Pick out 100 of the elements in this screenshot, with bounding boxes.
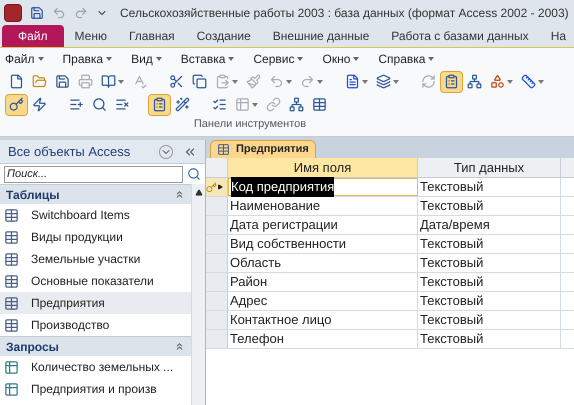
wand-icon [175,97,190,112]
checklist-icon [212,97,227,112]
menu-item[interactable]: Сервис [253,50,304,68]
current-row-icon [217,184,223,190]
ruler-icon [521,74,536,89]
diagram-icon [467,74,482,89]
column-header[interactable]: Тип данных [418,158,561,177]
table-cell[interactable]: Код предприятия [228,178,418,196]
caret-icon [428,57,434,61]
table-icon [4,230,19,244]
caret-icon [118,80,124,84]
nav-item[interactable]: Виды продукции [0,226,191,248]
field-name: Код предприятия [231,177,334,197]
caret-icon [106,57,112,61]
menu-item[interactable]: Окно [322,50,360,68]
table-cell[interactable]: Вид собственности [228,235,418,253]
folder-icon [32,74,47,89]
caret-icon [228,57,234,61]
collapse-group-icon[interactable] [174,189,185,200]
nav-item[interactable]: Switchboard Items [0,204,191,226]
nav-item[interactable]: Предприятия и произв [0,378,191,400]
menu-item[interactable]: Правка [62,50,112,68]
link-icon [266,97,281,112]
query-icon [4,360,19,374]
table-cell[interactable]: Дата/время [418,216,561,234]
caret-icon [317,80,323,84]
table-cell[interactable]: Текстовый [418,273,561,291]
nav-item[interactable]: Предприятия [0,292,191,314]
toolbar-button[interactable] [148,94,171,116]
table-icon [235,97,250,112]
ribbon-tab[interactable]: Главная [118,25,186,47]
table-cell[interactable]: Телефон [228,330,418,348]
caret-icon [232,80,238,84]
key-icon [9,97,24,112]
caret-icon [252,102,258,106]
field-name: Дата регистрации [230,216,338,234]
book-icon [101,74,116,89]
group-header[interactable]: Запросы [0,336,191,356]
document-tab[interactable]: Предприятия [210,140,316,158]
ribbon-tab[interactable]: Внешние данные [262,25,380,47]
search-icon[interactable] [187,167,201,181]
file-tab[interactable]: Файл [2,25,64,47]
toolbar-button[interactable] [5,94,28,116]
search-icon [92,97,107,112]
table-cell[interactable]: Дата регистрации [228,216,418,234]
table-cell[interactable]: Область [228,254,418,272]
table-cell[interactable]: Текстовый [418,235,561,253]
field-name: Район [230,273,268,292]
caret-icon [362,80,368,84]
row-selector[interactable] [206,178,228,196]
table-cell[interactable]: Адрес [228,292,418,310]
scroll-up-icon[interactable] [194,189,202,197]
save-icon [55,74,70,89]
table-cell[interactable]: Текстовый [418,178,561,196]
nav-item[interactable]: Количество земельных ... [0,356,191,378]
query-icon [4,382,19,396]
column-header[interactable]: Имя поля [228,158,418,177]
field-name: Вид собственности [230,235,346,254]
document-icon [345,74,360,89]
diagram-icon [289,97,304,112]
table-cell[interactable]: Текстовый [418,330,561,348]
save-icon[interactable] [30,6,44,20]
menu-item[interactable]: Справка [378,50,434,68]
dropdown-icon[interactable] [159,144,173,158]
table-cell[interactable]: Текстовый [418,311,561,329]
ribbon-tab[interactable]: На [540,25,574,47]
spell-check-icon [132,74,147,89]
table-cell[interactable]: Текстовый [418,254,561,272]
toolbar-button[interactable] [440,70,463,92]
grid-icon [312,97,327,112]
table-cell[interactable]: Текстовый [418,197,561,215]
copy-icon [192,74,207,89]
field-name: Наименование [230,197,320,216]
properties-icon [152,97,167,112]
search-field[interactable]: Поиск... [4,166,183,182]
table-cell[interactable]: Район [228,273,418,291]
table-cell[interactable]: Наименование [228,197,418,215]
caret-icon [297,57,304,61]
ribbon-tab[interactable]: Меню [64,25,118,47]
nav-item[interactable]: Производство [0,314,191,336]
table-icon [217,143,230,156]
ribbon-group-label: Панели инструментов [194,117,306,132]
table-cell[interactable]: Контактное лицо [228,311,418,329]
window-title: Сельскохозяйственные работы 2003 : база данных (формат Access 2002 - 2003) [120,4,569,22]
collapse-group-icon[interactable] [174,341,185,352]
table-icon [4,252,19,266]
field-name: Контактное лицо [230,311,332,330]
scrollbar[interactable] [191,184,205,405]
menu-item[interactable]: Вид [131,50,162,68]
caret-icon [286,80,292,84]
group-header[interactable]: Таблицы [0,184,191,204]
refresh-icon [421,74,436,89]
menu-item[interactable]: Файл [5,50,44,68]
ribbon-tab[interactable]: Работа с базами данных [380,25,540,47]
undo-icon [269,74,284,89]
menu-item[interactable]: Вставка [180,50,234,68]
nav-item[interactable]: Основные показатели [0,270,191,292]
nav-item[interactable]: Земельные участки [0,248,191,270]
table-cell[interactable]: Текстовый [418,292,561,310]
ribbon-tab[interactable]: Создание [186,25,262,47]
